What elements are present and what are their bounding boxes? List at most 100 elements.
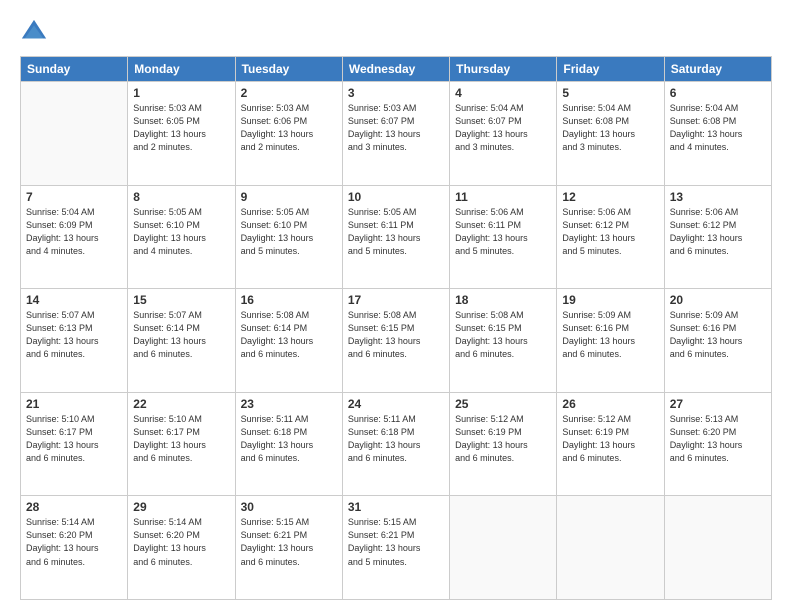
day-number: 17 [348,293,444,307]
day-info: Sunrise: 5:12 AM Sunset: 6:19 PM Dayligh… [562,413,658,465]
day-info: Sunrise: 5:09 AM Sunset: 6:16 PM Dayligh… [670,309,766,361]
calendar-cell: 21 Sunrise: 5:10 AM Sunset: 6:17 PM Dayli… [21,392,128,496]
day-info: Sunrise: 5:05 AM Sunset: 6:10 PM Dayligh… [133,206,229,258]
calendar-cell: 5Sunrise: 5:04 AM Sunset: 6:08 PM Daylig… [557,82,664,186]
weekday-header-sunday: Sunday [21,57,128,82]
logo [20,18,52,46]
calendar-cell: 16 Sunrise: 5:08 AM Sunset: 6:14 PM Dayli… [235,289,342,393]
day-number: 22 [133,397,229,411]
day-number: 25 [455,397,551,411]
day-info: Sunrise: 5:14 AM Sunset: 6:20 PM Dayligh… [133,516,229,568]
day-info: Sunrise: 5:15 AM Sunset: 6:21 PM Dayligh… [348,516,444,568]
page: SundayMondayTuesdayWednesdayThursdayFrid… [0,0,792,612]
calendar-cell [664,496,771,600]
calendar-cell: 29 Sunrise: 5:14 AM Sunset: 6:20 PM Dayli… [128,496,235,600]
day-number: 18 [455,293,551,307]
weekday-header-row: SundayMondayTuesdayWednesdayThursdayFrid… [21,57,772,82]
calendar-week-row: 28 Sunrise: 5:14 AM Sunset: 6:20 PM Dayli… [21,496,772,600]
day-number: 23 [241,397,337,411]
calendar-week-row: 1Sunrise: 5:03 AM Sunset: 6:05 PM Daylig… [21,82,772,186]
day-info: Sunrise: 5:05 AM Sunset: 6:10 PM Dayligh… [241,206,337,258]
day-number: 28 [26,500,122,514]
calendar-cell: 14 Sunrise: 5:07 AM Sunset: 6:13 PM Dayli… [21,289,128,393]
day-number: 2 [241,86,337,100]
calendar-cell: 30 Sunrise: 5:15 AM Sunset: 6:21 PM Dayli… [235,496,342,600]
day-info: Sunrise: 5:10 AM Sunset: 6:17 PM Dayligh… [26,413,122,465]
calendar-cell: 20 Sunrise: 5:09 AM Sunset: 6:16 PM Dayli… [664,289,771,393]
header [20,18,772,46]
day-info: Sunrise: 5:14 AM Sunset: 6:20 PM Dayligh… [26,516,122,568]
calendar-cell: 19 Sunrise: 5:09 AM Sunset: 6:16 PM Dayli… [557,289,664,393]
day-info: Sunrise: 5:08 AM Sunset: 6:14 PM Dayligh… [241,309,337,361]
weekday-header-monday: Monday [128,57,235,82]
day-number: 24 [348,397,444,411]
weekday-header-saturday: Saturday [664,57,771,82]
day-info: Sunrise: 5:03 AM Sunset: 6:07 PM Dayligh… [348,102,444,154]
calendar-week-row: 21 Sunrise: 5:10 AM Sunset: 6:17 PM Dayli… [21,392,772,496]
calendar-cell: 3 Sunrise: 5:03 AM Sunset: 6:07 PM Daylig… [342,82,449,186]
day-number: 3 [348,86,444,100]
day-info: Sunrise: 5:09 AM Sunset: 6:16 PM Dayligh… [562,309,658,361]
day-number: 5 [562,86,658,100]
calendar-cell: 18Sunrise: 5:08 AM Sunset: 6:15 PM Dayli… [450,289,557,393]
calendar-cell: 6 Sunrise: 5:04 AM Sunset: 6:08 PM Daylig… [664,82,771,186]
calendar-cell: 27Sunrise: 5:13 AM Sunset: 6:20 PM Dayli… [664,392,771,496]
day-info: Sunrise: 5:10 AM Sunset: 6:17 PM Dayligh… [133,413,229,465]
day-number: 19 [562,293,658,307]
day-info: Sunrise: 5:06 AM Sunset: 6:12 PM Dayligh… [670,206,766,258]
calendar-cell: 2 Sunrise: 5:03 AM Sunset: 6:06 PM Daylig… [235,82,342,186]
calendar-cell: 4Sunrise: 5:04 AM Sunset: 6:07 PM Daylig… [450,82,557,186]
day-number: 14 [26,293,122,307]
calendar-cell: 9 Sunrise: 5:05 AM Sunset: 6:10 PM Daylig… [235,185,342,289]
calendar-cell: 12 Sunrise: 5:06 AM Sunset: 6:12 PM Dayli… [557,185,664,289]
calendar-cell: 1Sunrise: 5:03 AM Sunset: 6:05 PM Daylig… [128,82,235,186]
day-number: 11 [455,190,551,204]
calendar-week-row: 14 Sunrise: 5:07 AM Sunset: 6:13 PM Dayli… [21,289,772,393]
day-number: 30 [241,500,337,514]
day-number: 31 [348,500,444,514]
day-number: 1 [133,86,229,100]
day-number: 12 [562,190,658,204]
day-info: Sunrise: 5:12 AM Sunset: 6:19 PM Dayligh… [455,413,551,465]
day-number: 26 [562,397,658,411]
weekday-header-thursday: Thursday [450,57,557,82]
day-info: Sunrise: 5:06 AM Sunset: 6:11 PM Dayligh… [455,206,551,258]
day-number: 21 [26,397,122,411]
day-info: Sunrise: 5:07 AM Sunset: 6:13 PM Dayligh… [26,309,122,361]
weekday-header-friday: Friday [557,57,664,82]
day-number: 8 [133,190,229,204]
calendar-cell: 28 Sunrise: 5:14 AM Sunset: 6:20 PM Dayli… [21,496,128,600]
calendar-cell: 25 Sunrise: 5:12 AM Sunset: 6:19 PM Dayli… [450,392,557,496]
day-number: 29 [133,500,229,514]
day-info: Sunrise: 5:04 AM Sunset: 6:08 PM Dayligh… [670,102,766,154]
day-info: Sunrise: 5:08 AM Sunset: 6:15 PM Dayligh… [348,309,444,361]
day-info: Sunrise: 5:05 AM Sunset: 6:11 PM Dayligh… [348,206,444,258]
calendar-cell: 31 Sunrise: 5:15 AM Sunset: 6:21 PM Dayli… [342,496,449,600]
calendar-cell [450,496,557,600]
calendar-cell: 13Sunrise: 5:06 AM Sunset: 6:12 PM Dayli… [664,185,771,289]
day-number: 20 [670,293,766,307]
calendar-cell: 7Sunrise: 5:04 AM Sunset: 6:09 PM Daylig… [21,185,128,289]
calendar-cell: 26 Sunrise: 5:12 AM Sunset: 6:19 PM Dayli… [557,392,664,496]
day-info: Sunrise: 5:15 AM Sunset: 6:21 PM Dayligh… [241,516,337,568]
day-number: 6 [670,86,766,100]
day-number: 10 [348,190,444,204]
day-info: Sunrise: 5:13 AM Sunset: 6:20 PM Dayligh… [670,413,766,465]
day-info: Sunrise: 5:03 AM Sunset: 6:06 PM Dayligh… [241,102,337,154]
calendar-week-row: 7Sunrise: 5:04 AM Sunset: 6:09 PM Daylig… [21,185,772,289]
day-info: Sunrise: 5:06 AM Sunset: 6:12 PM Dayligh… [562,206,658,258]
day-info: Sunrise: 5:07 AM Sunset: 6:14 PM Dayligh… [133,309,229,361]
day-number: 15 [133,293,229,307]
logo-icon [20,18,48,46]
calendar-cell: 8 Sunrise: 5:05 AM Sunset: 6:10 PM Daylig… [128,185,235,289]
day-info: Sunrise: 5:11 AM Sunset: 6:18 PM Dayligh… [241,413,337,465]
day-number: 7 [26,190,122,204]
day-number: 9 [241,190,337,204]
calendar-cell: 23 Sunrise: 5:11 AM Sunset: 6:18 PM Dayli… [235,392,342,496]
day-number: 16 [241,293,337,307]
day-info: Sunrise: 5:11 AM Sunset: 6:18 PM Dayligh… [348,413,444,465]
calendar-cell: 17 Sunrise: 5:08 AM Sunset: 6:15 PM Dayli… [342,289,449,393]
calendar-cell: 15 Sunrise: 5:07 AM Sunset: 6:14 PM Dayli… [128,289,235,393]
calendar-cell: 24 Sunrise: 5:11 AM Sunset: 6:18 PM Dayli… [342,392,449,496]
calendar-cell: 22 Sunrise: 5:10 AM Sunset: 6:17 PM Dayli… [128,392,235,496]
